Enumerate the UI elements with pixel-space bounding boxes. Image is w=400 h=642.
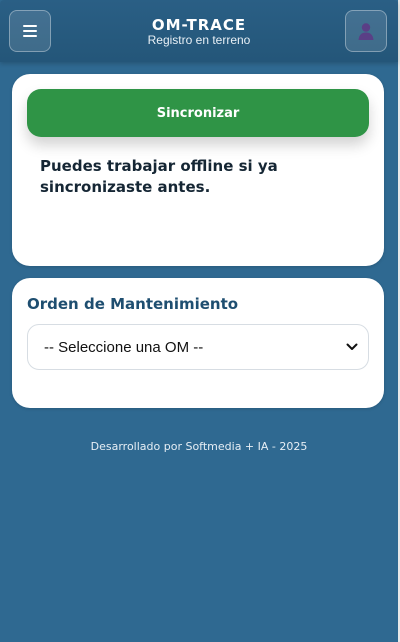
section-title: Orden de Mantenimiento: [27, 295, 239, 313]
menu-button[interactable]: [9, 10, 51, 52]
header-titles: OM-TRACE Registro en terreno: [100, 16, 298, 47]
sync-button[interactable]: Sincronizar: [27, 89, 369, 137]
app-header: OM-TRACE Registro en terreno: [0, 0, 398, 62]
app-window: OM-TRACE Registro en terreno Sincronizar…: [0, 0, 400, 642]
user-icon: [358, 23, 374, 40]
app-title: OM-TRACE: [151, 16, 247, 34]
footer-credit: Desarrollado por Softmedia + IA - 2025: [90, 440, 308, 453]
om-select[interactable]: -- Seleccione una OM --: [27, 324, 369, 370]
user-button[interactable]: [345, 10, 387, 52]
chevron-down-icon: [346, 343, 358, 350]
maintenance-order-card: Orden de Mantenimiento -- Seleccione una…: [12, 278, 384, 408]
om-select-value: -- Seleccione una OM --: [44, 338, 204, 356]
sync-card: Sincronizar Puedes trabajar offline si y…: [12, 74, 384, 266]
menu-icon: [23, 25, 37, 37]
offline-message: Puedes trabajar offline si ya sincroniza…: [40, 157, 278, 196]
app-subtitle: Registro en terreno: [147, 33, 251, 47]
